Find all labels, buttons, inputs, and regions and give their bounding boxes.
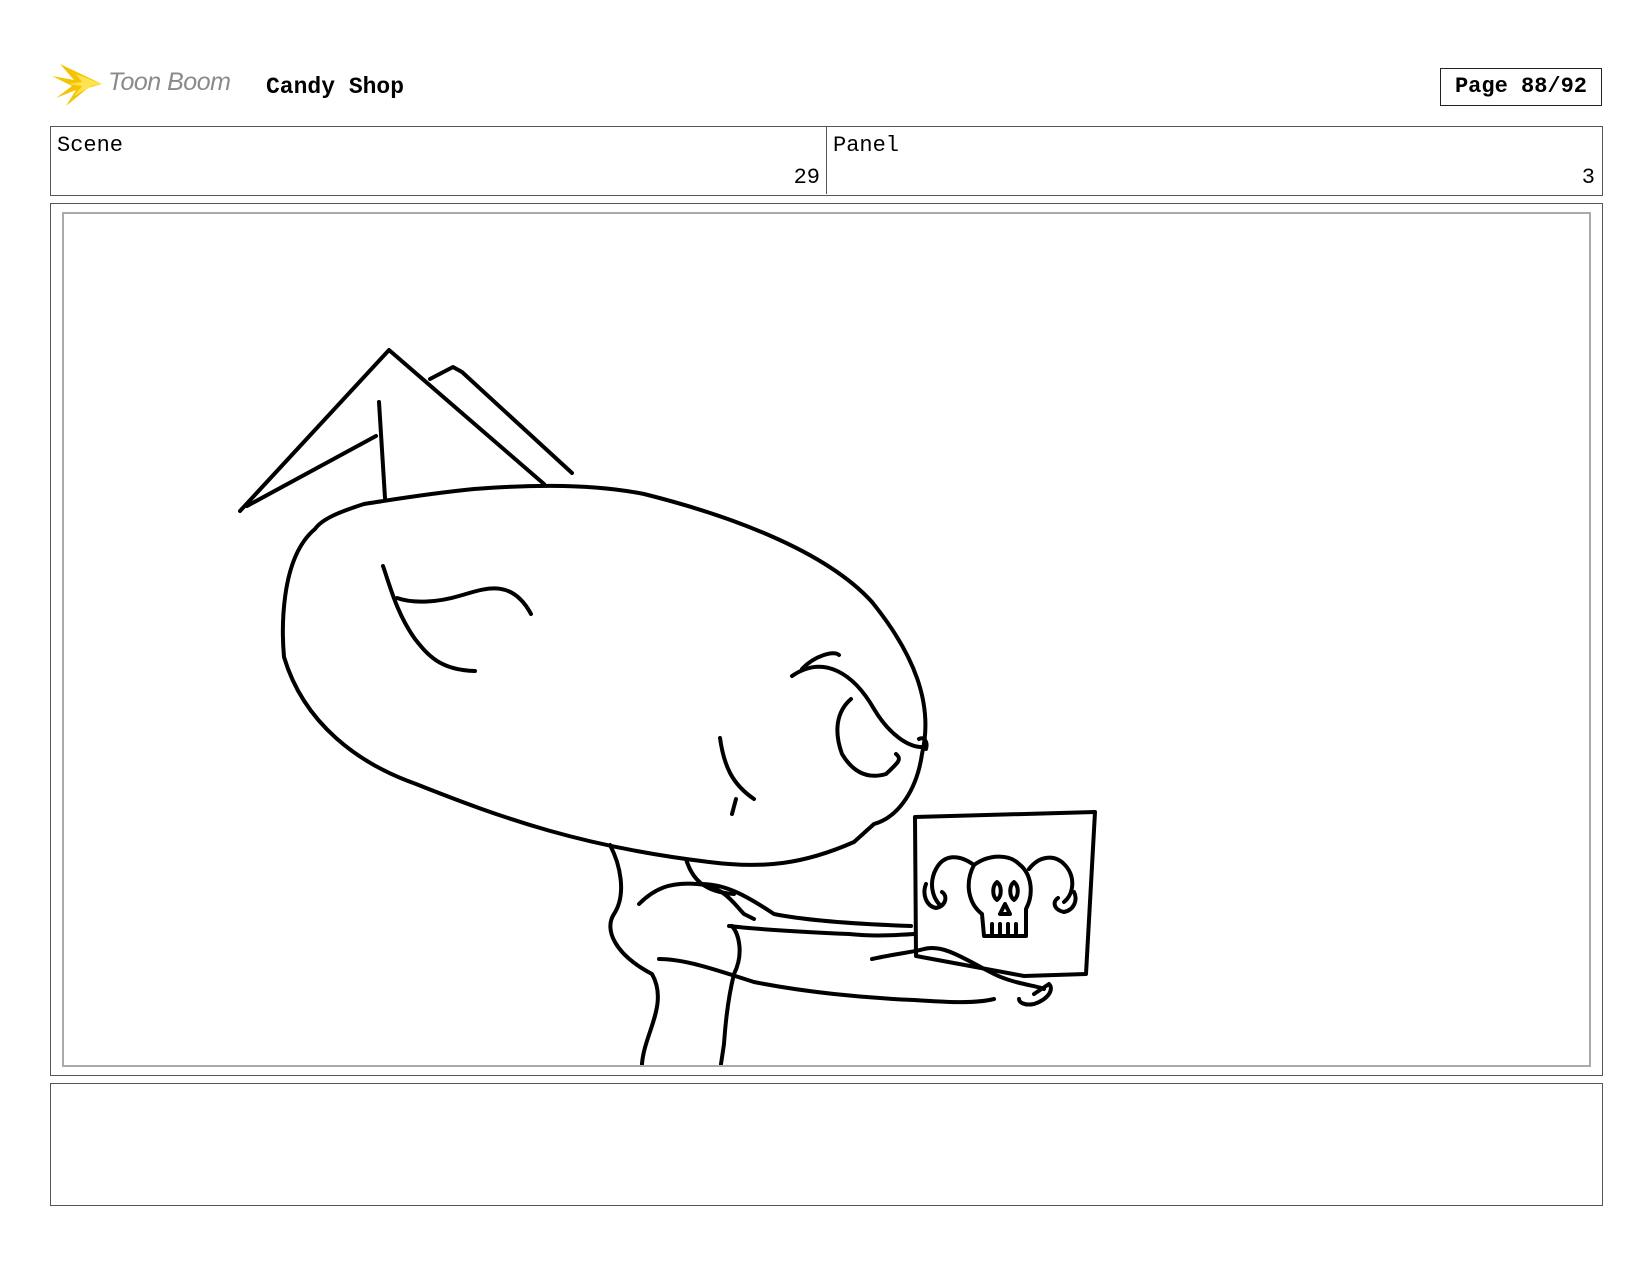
skull-sign-drawing	[913, 810, 1097, 978]
panel-frame	[50, 203, 1603, 1076]
toon-boom-logo: Toon Boom	[52, 58, 252, 110]
head-drawing	[280, 483, 929, 867]
body-drawing	[608, 843, 1053, 1065]
panel-label: Panel	[833, 133, 900, 158]
notes-box	[50, 1083, 1603, 1206]
panel-value: 3	[1581, 165, 1595, 190]
scene-label: Scene	[57, 133, 124, 158]
panel-drawing-area	[62, 212, 1591, 1067]
project-title: Candy Shop	[266, 74, 405, 100]
scene-panel-info: Scene 29 Panel 3	[50, 126, 1603, 196]
page-header: Toon Boom Candy Shop Page 88/92	[0, 0, 1648, 120]
starburst-icon	[52, 64, 102, 106]
logo-text: Toon Boom	[108, 68, 231, 96]
storyboard-drawing	[238, 348, 1097, 1065]
scene-cell: Scene 29	[51, 127, 827, 194]
panel-cell: Panel 3	[827, 127, 1601, 194]
scene-value: 29	[793, 165, 820, 190]
page-number: Page 88/92	[1440, 68, 1602, 106]
